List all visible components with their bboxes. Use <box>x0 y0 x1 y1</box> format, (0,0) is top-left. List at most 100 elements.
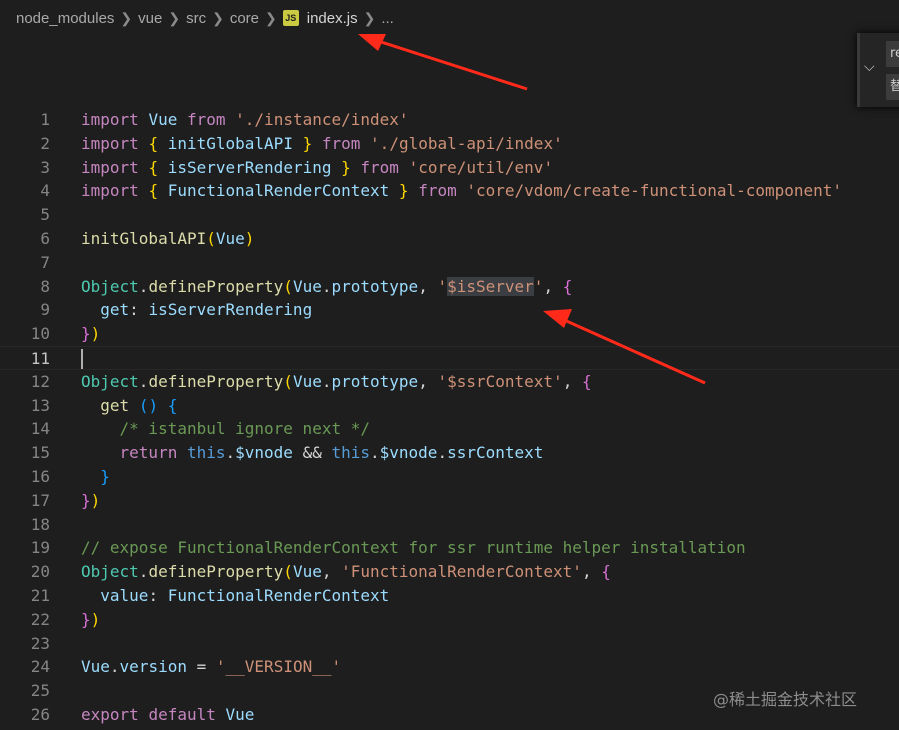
code-token: } <box>302 133 313 153</box>
breadcrumb-file[interactable]: index.js <box>307 10 358 27</box>
code-token: return <box>119 443 178 463</box>
code-token: defineProperty <box>148 371 284 391</box>
line-number: 3 <box>40 157 50 177</box>
code-line[interactable]: 19 // expose FunctionalRenderContext for … <box>0 536 899 560</box>
code-line[interactable]: 14 /* istanbul ignore next */ <box>0 417 899 441</box>
code-token: { <box>167 395 178 415</box>
code-text: import { initGlobalAPI } from './global-… <box>81 132 563 156</box>
line-number: 8 <box>40 276 50 296</box>
code-token: Vue <box>292 371 322 391</box>
code-token: = <box>186 657 216 677</box>
code-line[interactable]: 24 Vue.version = '__VERSION__' <box>0 655 899 679</box>
code-line[interactable]: 12 Object.defineProperty(Vue.prototype, '… <box>0 370 899 394</box>
code-line[interactable]: 16 } <box>0 465 899 489</box>
code-token: from <box>186 110 226 129</box>
code-token: '__VERSION__' <box>215 657 342 677</box>
code-line[interactable]: 17}) <box>0 489 899 513</box>
code-token: && <box>292 443 332 463</box>
line-number: 10 <box>30 324 50 344</box>
code-line[interactable]: 20 Object.defineProperty(Vue, 'Functional… <box>0 560 899 584</box>
line-number: 7 <box>40 252 50 272</box>
line-number: 18 <box>30 514 50 534</box>
code-token: , <box>543 276 563 296</box>
code-text: /* istanbul ignore next */ <box>81 417 370 441</box>
find-input[interactable]: re <box>886 41 899 67</box>
code-line[interactable]: 3 import { isServerRendering } from 'core… <box>0 156 899 180</box>
line-number: 19 <box>30 538 50 558</box>
code-token: Vue <box>225 705 255 724</box>
code-token: $vnode <box>379 443 438 463</box>
code-line[interactable]: 11 <box>0 346 899 370</box>
code-token: : <box>129 300 149 320</box>
chevron-right-icon: ❯ <box>265 9 277 26</box>
code-line[interactable]: 1 import Vue from './instance/index' <box>0 108 899 132</box>
code-line[interactable]: 23 <box>0 632 899 656</box>
code-token: , <box>418 371 438 391</box>
code-line[interactable]: 18 <box>0 513 899 537</box>
code-token: ' <box>437 276 448 296</box>
breadcrumb-vue[interactable]: vue <box>138 10 162 27</box>
breadcrumb-more[interactable]: ... <box>381 10 394 27</box>
code-token: 'core/util/env' <box>408 157 554 177</box>
code-token: isServerRendering <box>167 157 332 177</box>
code-token: Vue <box>81 657 110 677</box>
code-token: Object <box>81 562 139 582</box>
code-token: './instance/index' <box>235 110 409 129</box>
code-token: . <box>370 443 380 463</box>
code-line[interactable]: 10}) <box>0 322 899 346</box>
code-token: isServerRendering <box>148 300 313 320</box>
code-text: }) <box>81 322 100 346</box>
code-line[interactable]: 8 Object.defineProperty(Vue.prototype, '$… <box>0 275 899 299</box>
code-token: from <box>321 133 361 153</box>
code-token: $isServer <box>447 276 534 296</box>
code-token: Object <box>81 371 139 391</box>
code-line[interactable]: 22}) <box>0 608 899 632</box>
code-token: { <box>581 371 592 391</box>
line-number: 24 <box>30 657 50 677</box>
line-number: 21 <box>30 586 50 605</box>
breadcrumb-src[interactable]: src <box>186 10 206 27</box>
code-line[interactable]: 6 initGlobalAPI(Vue) <box>0 227 899 251</box>
code-token: ( <box>283 276 293 296</box>
code-line[interactable]: 2 import { initGlobalAPI } from './global… <box>0 132 899 156</box>
line-number: 20 <box>30 562 50 582</box>
code-token: value <box>100 586 149 605</box>
chevron-down-icon[interactable]: ⌵ <box>864 59 882 79</box>
code-line[interactable]: 4 import { FunctionalRenderContext } from… <box>0 179 899 203</box>
code-token: defineProperty <box>148 276 284 296</box>
code-line[interactable]: 9 get: isServerRendering <box>0 298 899 322</box>
js-file-icon: JS <box>282 10 299 26</box>
code-text: import { isServerRendering } from 'core/… <box>81 156 553 180</box>
code-text: Object.defineProperty(Vue, 'FunctionalRe… <box>81 560 611 584</box>
code-token: import <box>81 157 139 177</box>
annotation-arrow-breadcrumb <box>358 34 528 91</box>
code-line[interactable]: 21 value: FunctionalRenderContext <box>0 584 899 608</box>
code-token: , <box>581 562 602 582</box>
code-token: . <box>109 657 120 677</box>
code-token: Vue <box>215 229 245 248</box>
code-text: get: isServerRendering <box>81 298 312 322</box>
line-number: 14 <box>30 419 50 439</box>
code-token: } <box>341 157 351 177</box>
replace-input[interactable]: 替 <box>886 74 899 100</box>
code-token: () <box>138 395 159 415</box>
breadcrumb-node-modules[interactable]: node_modules <box>16 10 114 27</box>
code-token: . <box>225 443 236 463</box>
chevron-right-icon: ❯ <box>363 9 376 26</box>
code-token: import <box>81 181 139 201</box>
code-token: . <box>138 562 149 582</box>
code-line[interactable]: 15 return this.$vnode && this.$vnode.ssr… <box>0 441 899 465</box>
breadcrumb-core[interactable]: core <box>230 10 259 27</box>
code-line[interactable]: 13 get () { <box>0 394 899 418</box>
code-line[interactable]: 5 <box>0 203 899 227</box>
code-line[interactable]: 7 <box>0 251 899 275</box>
